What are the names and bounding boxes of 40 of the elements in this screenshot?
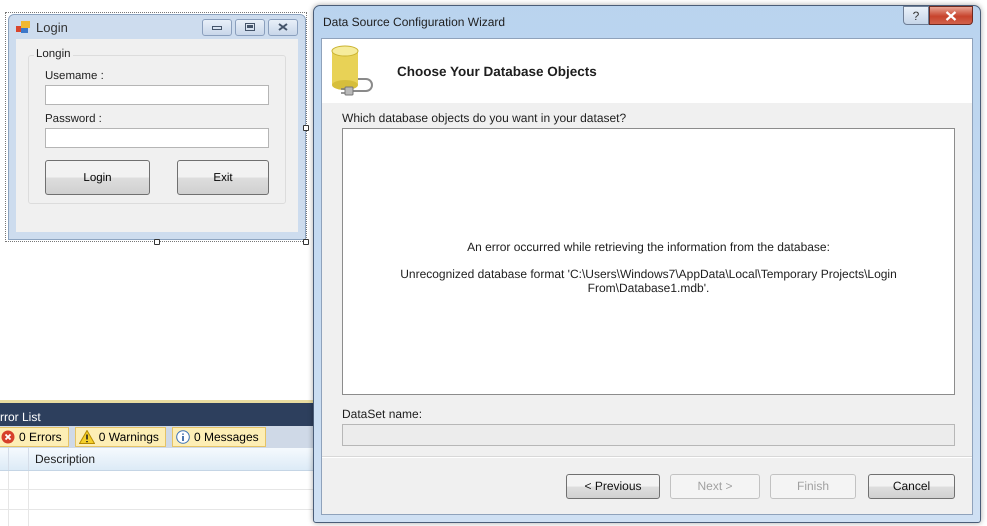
form-button[interactable]: Exit bbox=[177, 160, 269, 195]
field-label: Usemame : bbox=[45, 70, 105, 82]
group-label: Longin bbox=[34, 48, 73, 60]
filter-button[interactable]: 0 Errors bbox=[0, 427, 69, 448]
error-message: An error occurred while retrieving the information from the database: bbox=[467, 240, 830, 254]
filter-button[interactable]: 0 Messages bbox=[172, 427, 266, 448]
input-field[interactable] bbox=[45, 85, 269, 105]
resize-handle[interactable] bbox=[303, 239, 309, 245]
objects-list[interactable]: An error occurred while retrieving the information from the database: Unrecognized database format 'C:\Users\Windows7\AppData\Local\Temporary Projects\Login From\Database1.mdb'. bbox=[342, 128, 955, 395]
resize-handle[interactable] bbox=[154, 239, 160, 245]
error-icon bbox=[1, 430, 15, 444]
field-label: DataSet name: bbox=[342, 407, 424, 421]
window-title: Data Source Configuration Wizard bbox=[322, 15, 506, 29]
dataset-name-field[interactable] bbox=[342, 424, 955, 446]
close-button[interactable] bbox=[268, 18, 298, 36]
resize-handle[interactable] bbox=[303, 125, 309, 131]
field-label: Password : bbox=[45, 113, 103, 125]
database-icon bbox=[331, 45, 375, 97]
form-button[interactable]: Login bbox=[45, 160, 150, 195]
warning-icon bbox=[78, 430, 95, 444]
filter-button[interactable]: 0 Warnings bbox=[74, 427, 166, 448]
panel-title: rror List bbox=[0, 410, 41, 424]
prompt-label: Which database objects do you want in your dataset? bbox=[342, 111, 628, 125]
error-message: Unrecognized database format 'C:\Users\Windows7\AppData\Local\Temporary Projects\Login From\Database1.mdb'. bbox=[399, 267, 898, 295]
close-button[interactable] bbox=[929, 6, 973, 25]
window-title: Login bbox=[36, 20, 69, 34]
help-button[interactable]: ? bbox=[903, 6, 929, 25]
close-icon bbox=[278, 23, 288, 31]
input-field[interactable] bbox=[45, 128, 269, 148]
wizard-button[interactable]: Cancel bbox=[868, 474, 955, 498]
minimize-icon bbox=[212, 24, 222, 30]
close-icon bbox=[945, 10, 957, 20]
maximize-icon bbox=[245, 23, 255, 31]
column-header[interactable]: Description bbox=[35, 452, 96, 466]
info-icon bbox=[176, 430, 190, 444]
wizard-button[interactable]: < Previous bbox=[566, 474, 660, 498]
minimize-button[interactable] bbox=[202, 18, 232, 36]
form-icon bbox=[16, 20, 30, 34]
page-heading: Choose Your Database Objects bbox=[397, 64, 597, 78]
maximize-button[interactable] bbox=[235, 18, 265, 36]
